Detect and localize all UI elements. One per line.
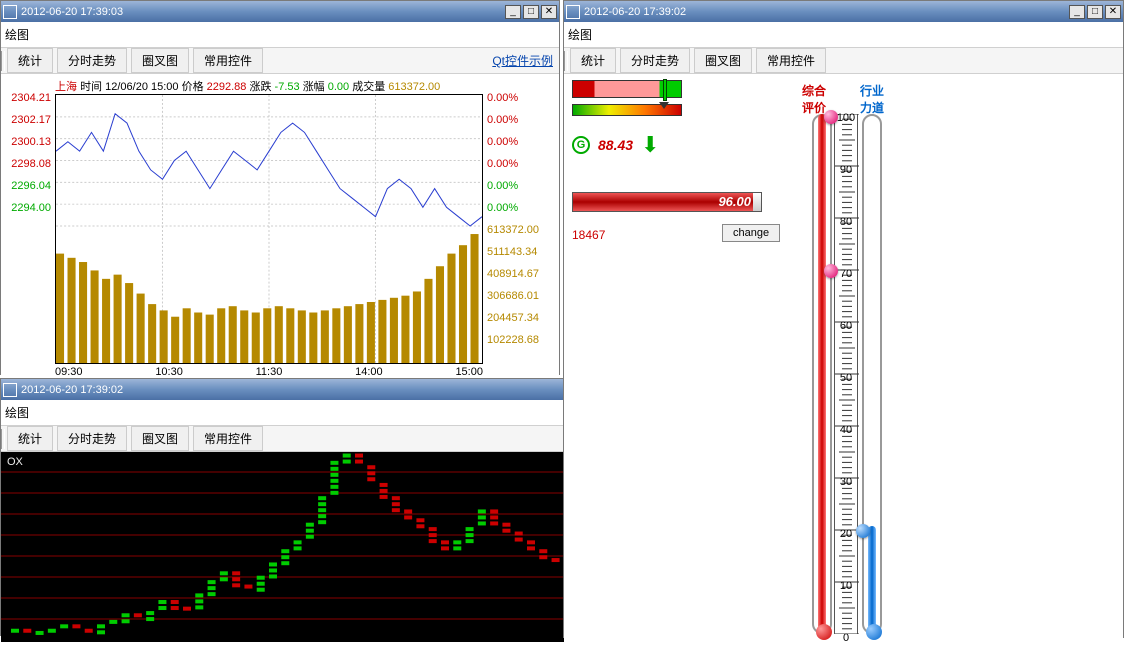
color-bar-1 bbox=[572, 80, 682, 98]
change-button[interactable]: change bbox=[722, 224, 780, 242]
thermo-red-top-marker[interactable] bbox=[824, 110, 838, 124]
thermo-red-marker[interactable] bbox=[824, 264, 838, 278]
close-button[interactable]: ✕ bbox=[541, 5, 557, 19]
thermo-blue[interactable] bbox=[862, 114, 882, 634]
window-line-chart: 2012-06-20 17:39:03 _ □ ✕ 绘图 统计 分时走势 圈叉图… bbox=[0, 0, 560, 375]
g-value: 88.43 bbox=[598, 137, 633, 153]
progress-bar: 96.00 bbox=[572, 192, 762, 212]
minimize-button[interactable]: _ bbox=[1069, 5, 1085, 19]
tool-widgets[interactable]: 常用控件 bbox=[193, 48, 263, 73]
gauge-area: G 88.43 ⬇ 96.00 18467 change 综合 评价 行业 力道… bbox=[564, 74, 1123, 644]
qt-example-link[interactable]: Qt控件示例 bbox=[492, 52, 553, 69]
thermo-label-1: 综合 评价 bbox=[802, 82, 826, 116]
tool-ox-chart[interactable]: 圈叉图 bbox=[131, 426, 189, 451]
tool-widgets[interactable]: 常用控件 bbox=[193, 426, 263, 451]
tool-intraday[interactable]: 分时走势 bbox=[57, 426, 127, 451]
tool-ox-chart[interactable]: 圈叉图 bbox=[694, 48, 752, 73]
progress-value: 96.00 bbox=[718, 194, 751, 209]
minimize-button[interactable]: _ bbox=[505, 5, 521, 19]
menu-draw[interactable]: 绘图 bbox=[1, 402, 33, 423]
y-axis-left: 2304.21 2302.17 2300.13 2298.08 2296.04 … bbox=[5, 92, 51, 224]
toolbar: 统计 分时走势 圈叉图 常用控件 bbox=[564, 48, 1123, 74]
chart-svg bbox=[56, 95, 482, 363]
close-button[interactable]: ✕ bbox=[1105, 5, 1121, 19]
thermo-blue-marker[interactable] bbox=[856, 524, 870, 538]
tool-widgets[interactable]: 常用控件 bbox=[756, 48, 826, 73]
g-row: G 88.43 ⬇ bbox=[572, 132, 659, 158]
window-title: 2012-06-20 17:39:02 bbox=[584, 6, 686, 18]
titlebar[interactable]: 2012-06-20 17:39:02 _ □ ✕ bbox=[564, 1, 1123, 22]
window-icon bbox=[566, 5, 580, 19]
menubar: 绘图 bbox=[564, 22, 1123, 48]
ox-label: OX bbox=[7, 456, 23, 468]
window-icon bbox=[3, 383, 17, 397]
plot-area bbox=[55, 94, 483, 364]
x-axis: 09:30 10:30 11:30 14:00 15:00 bbox=[55, 366, 483, 378]
color-bar-2 bbox=[572, 104, 682, 116]
g-icon: G bbox=[572, 136, 590, 154]
toolbar: 统计 分时走势 圈叉图 常用控件 Qt控件示例 bbox=[1, 48, 559, 74]
maximize-button[interactable]: □ bbox=[523, 5, 539, 19]
thermo-red[interactable] bbox=[812, 114, 832, 634]
menu-draw[interactable]: 绘图 bbox=[1, 24, 33, 45]
down-arrow-icon: ⬇ bbox=[641, 132, 659, 158]
tool-intraday[interactable]: 分时走势 bbox=[620, 48, 690, 73]
maximize-button[interactable]: □ bbox=[1087, 5, 1103, 19]
tool-stats[interactable]: 统计 bbox=[7, 48, 53, 73]
menubar: 绘图 bbox=[1, 22, 559, 48]
y-axis-right: 0.00% 0.00% 0.00% 0.00% 0.00% 0.00% 6133… bbox=[487, 92, 555, 356]
window-title: 2012-06-20 17:39:02 bbox=[21, 384, 123, 396]
titlebar[interactable]: 2012-06-20 17:39:03 _ □ ✕ bbox=[1, 1, 559, 22]
counter-text: 18467 bbox=[572, 228, 605, 242]
intraday-chart: 上海 时间 12/06/20 15:00 价格 2292.88 涨跌 -7.53… bbox=[1, 74, 559, 380]
tool-stats[interactable]: 统计 bbox=[7, 426, 53, 451]
tool-intraday[interactable]: 分时走势 bbox=[57, 48, 127, 73]
tool-ox-chart[interactable]: 圈叉图 bbox=[131, 48, 189, 73]
thermo-label-2: 行业 力道 bbox=[860, 82, 884, 116]
scale-labels: 100 90 80 70 60 50 40 30 20 10 0 bbox=[826, 112, 866, 644]
window-title: 2012-06-20 17:39:03 bbox=[21, 6, 123, 18]
window-icon bbox=[3, 5, 17, 19]
window-gauges: 2012-06-20 17:39:02 _ □ ✕ 绘图 统计 分时走势 圈叉图… bbox=[563, 0, 1124, 638]
chart-header: 上海 时间 12/06/20 15:00 价格 2292.88 涨跌 -7.53… bbox=[55, 78, 440, 94]
menu-draw[interactable]: 绘图 bbox=[564, 24, 596, 45]
tool-stats[interactable]: 统计 bbox=[570, 48, 616, 73]
